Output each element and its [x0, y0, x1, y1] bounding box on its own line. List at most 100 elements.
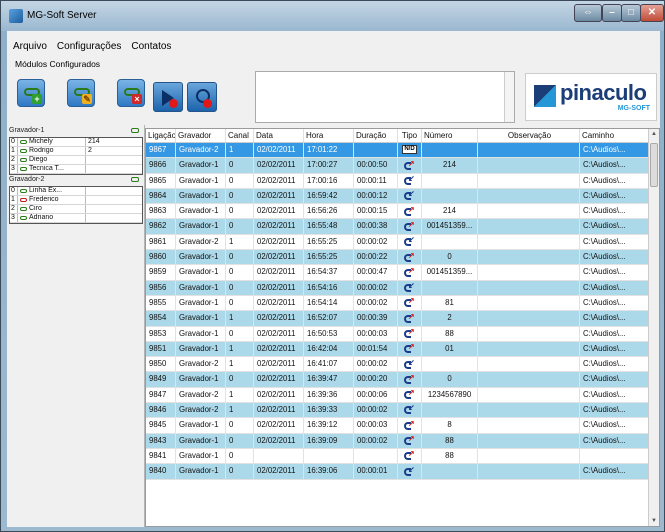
col-hora[interactable]: Hora — [304, 129, 354, 142]
table-row[interactable]: 9846 Gravador-2 1 02/02/2011 16:39:33 00:00:0… — [146, 403, 649, 419]
table-row[interactable]: 9851 Gravador-1 1 02/02/2011 16:42:04 00:01:5… — [146, 341, 649, 358]
channel-row[interactable]: 0 Michely 214 — [10, 138, 142, 147]
edit-module-button[interactable]: ✎ — [67, 79, 95, 107]
recorder-icon — [18, 196, 29, 204]
close-button[interactable]: ✕ — [640, 4, 664, 22]
cell-duracao: 00:00:38 — [354, 219, 398, 234]
col-caminho[interactable]: Caminho — [580, 129, 649, 142]
col-duracao[interactable]: Duração — [354, 129, 398, 142]
cell-hora: 16:39:36 — [304, 387, 354, 403]
cell-gravador: Gravador-1 — [176, 326, 226, 341]
table-row[interactable]: 9841 Gravador-1 0 ↗ 88 — [146, 448, 649, 465]
table-row[interactable]: 9853 Gravador-1 0 02/02/2011 16:50:53 00:00:0… — [146, 326, 649, 342]
info-scrollbar[interactable] — [504, 72, 514, 122]
table-row[interactable]: 9859 Gravador-1 0 02/02/2011 16:54:37 00:00:4… — [146, 265, 649, 281]
col-numero[interactable]: Número — [422, 129, 478, 142]
minimize-button[interactable]: – — [602, 4, 622, 22]
cell-hora: 16:54:16 — [304, 280, 354, 295]
channel-row[interactable]: 0 Linha Ex... — [10, 187, 142, 196]
scroll-up-icon[interactable]: ▲ — [651, 131, 657, 137]
cell-duracao: 00:00:02 — [354, 433, 398, 448]
channel-index: 0 — [10, 187, 18, 195]
table-row[interactable]: 9856 Gravador-1 0 02/02/2011 16:54:16 00:00:0… — [146, 280, 649, 296]
table-row[interactable]: 9867 Gravador-2 1 02/02/2011 17:01:22 N/D C:\A… — [146, 143, 649, 159]
incoming-call-icon: ↙ — [403, 282, 416, 293]
grid-scrollbar[interactable]: ▲ ▼ — [648, 129, 659, 526]
table-row[interactable]: 9854 Gravador-1 1 02/02/2011 16:52:07 00:00:3… — [146, 311, 649, 327]
add-module-button[interactable]: + — [17, 79, 45, 107]
scroll-thumb[interactable] — [650, 143, 658, 187]
cell-ligacao: 9856 — [146, 280, 176, 295]
table-row[interactable]: 9850 Gravador-2 1 02/02/2011 16:41:07 00:00:0… — [146, 357, 649, 373]
cell-numero — [422, 403, 478, 418]
table-row[interactable]: 9855 Gravador-1 0 02/02/2011 16:54:14 00:00:0… — [146, 295, 649, 312]
stop-button[interactable] — [187, 82, 217, 112]
channel-row[interactable]: 3 Tecnica T... — [10, 165, 142, 174]
cell-data: 02/02/2011 — [254, 234, 304, 250]
modules-panel: Gravador-1 0 Michely 214 1 Rodrigo 2 2 Diego … — [7, 125, 145, 527]
channel-ext: 214 — [88, 138, 100, 145]
table-row[interactable]: 9865 Gravador-1 0 02/02/2011 17:00:16 00:00:1… — [146, 173, 649, 189]
table-row[interactable]: 9863 Gravador-1 0 02/02/2011 16:56:26 00:00:1… — [146, 204, 649, 220]
table-row[interactable]: 9849 Gravador-1 0 02/02/2011 16:39:47 00:00:2… — [146, 372, 649, 388]
col-tipo[interactable]: Tipo — [398, 129, 422, 142]
cell-data: 02/02/2011 — [254, 372, 304, 387]
cell-observacao — [478, 295, 580, 311]
table-row[interactable]: 9864 Gravador-1 0 02/02/2011 16:59:42 00:00:1… — [146, 188, 649, 205]
table-row[interactable]: 9843 Gravador-1 0 02/02/2011 16:39:09 00:00:0… — [146, 433, 649, 449]
col-observacao[interactable]: Observação — [478, 129, 580, 142]
menu-bar: Arquivo Configurações Contatos — [7, 41, 175, 55]
cell-tipo: ↗ — [398, 448, 422, 464]
channel-row[interactable]: 3 Adriano — [10, 214, 142, 223]
table-row[interactable]: 9847 Gravador-2 1 02/02/2011 16:39:36 00:00:0… — [146, 387, 649, 404]
table-row[interactable]: 9840 Gravador-1 0 02/02/2011 16:39:06 00:00:0… — [146, 464, 649, 480]
cell-data: 02/02/2011 — [254, 433, 304, 448]
plus-icon: + — [32, 94, 42, 104]
cell-canal: 1 — [226, 387, 254, 403]
cell-canal: 1 — [226, 311, 254, 326]
outgoing-call-icon: ↗ — [403, 419, 416, 431]
cell-hora: 16:50:53 — [304, 326, 354, 341]
channel-row[interactable]: 1 Frederico — [10, 196, 142, 205]
col-gravador[interactable]: Gravador — [176, 129, 226, 142]
cell-data: 02/02/2011 — [254, 265, 304, 280]
col-canal[interactable]: Canal — [226, 129, 254, 142]
channel-row[interactable]: 1 Rodrigo 2 — [10, 147, 142, 156]
not-defined-icon: N/D — [402, 145, 417, 155]
maximize-button[interactable]: □ — [621, 4, 641, 22]
table-row[interactable]: 9860 Gravador-1 0 02/02/2011 16:55:25 00:00:2… — [146, 250, 649, 266]
restore-icon[interactable]: ⇔ — [574, 4, 602, 22]
app-icon — [9, 9, 23, 23]
channel-ext: 2 — [88, 147, 92, 154]
table-row[interactable]: 9861 Gravador-2 1 02/02/2011 16:55:25 00:00:0… — [146, 234, 649, 251]
cell-hora: 16:54:37 — [304, 265, 354, 280]
outgoing-call-icon: ↗ — [403, 159, 416, 171]
menu-contatos[interactable]: Contatos — [125, 41, 175, 55]
table-row[interactable]: 9845 Gravador-1 0 02/02/2011 16:39:12 00:00:0… — [146, 418, 649, 434]
channel-row[interactable]: 2 Diego — [10, 156, 142, 165]
cell-numero — [422, 464, 478, 479]
cell-ligacao: 9843 — [146, 433, 176, 448]
menu-arquivo[interactable]: Arquivo — [7, 41, 51, 55]
menu-configuracoes[interactable]: Configurações — [51, 41, 125, 55]
cell-duracao — [354, 448, 398, 464]
cell-gravador: Gravador-1 — [176, 219, 226, 234]
table-row[interactable]: 9862 Gravador-1 0 02/02/2011 16:55:48 00:00:3… — [146, 219, 649, 235]
scroll-down-icon[interactable]: ▼ — [651, 518, 657, 524]
remove-module-button[interactable]: × — [117, 79, 145, 107]
play-button[interactable] — [153, 82, 183, 112]
cell-gravador: Gravador-2 — [176, 143, 226, 158]
cell-canal: 1 — [226, 357, 254, 372]
cell-observacao — [478, 433, 580, 448]
table-row[interactable]: 9866 Gravador-1 0 02/02/2011 17:00:27 00:00:5… — [146, 158, 649, 174]
cell-gravador: Gravador-2 — [176, 403, 226, 418]
cell-hora: 16:54:14 — [304, 295, 354, 311]
cell-data: 02/02/2011 — [254, 326, 304, 341]
channel-row[interactable]: 2 Ciro — [10, 205, 142, 214]
cell-canal: 1 — [226, 234, 254, 250]
col-ligacao[interactable]: Ligação — [146, 129, 176, 142]
outgoing-call-icon: ↗ — [403, 373, 416, 385]
info-textarea[interactable] — [255, 71, 515, 123]
col-data[interactable]: Data — [254, 129, 304, 142]
cell-canal: 0 — [226, 265, 254, 280]
